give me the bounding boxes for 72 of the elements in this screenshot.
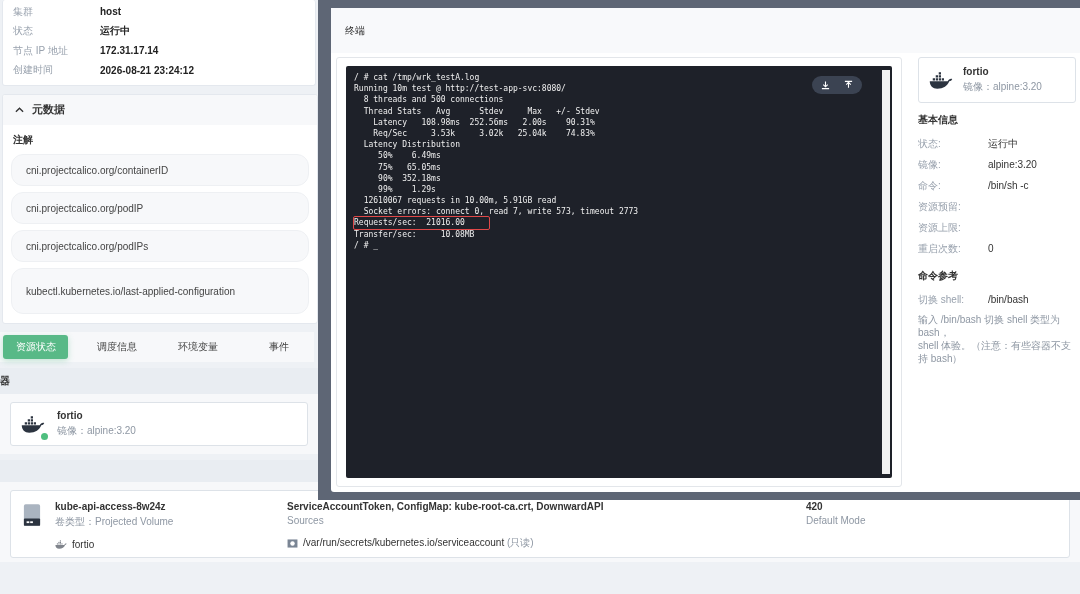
terminal[interactable] (346, 66, 892, 478)
mount-path: /var/run/secrets/kubernetes.io/serviceaccount (只读) (303, 536, 534, 550)
container-name: fortio (57, 410, 84, 421)
mode-value: 420 (806, 501, 824, 512)
field-label: 资源预留: (918, 199, 962, 214)
mount-icon (287, 538, 298, 548)
field-label: 状态: (918, 136, 942, 151)
annotations-title: 注解 (13, 133, 33, 147)
field-label: 状态 (13, 24, 34, 39)
terminal-line: 12610067 requests in 10.00m, 5.91GB read (362, 195, 557, 207)
section-title: 元数据 (32, 103, 65, 117)
scrollbar[interactable] (882, 70, 890, 474)
terminal-line: Latency Distribution (362, 139, 460, 151)
terminal-line: Latency 108.98ms 252.56ms 2.00s 90.31% (372, 116, 595, 128)
terminal-line: 90% 352.18ms (377, 172, 441, 184)
annotation-row: cni.projectcalico.org/podIP (11, 192, 309, 224)
section-header[interactable]: 元数据 (3, 95, 317, 125)
field-value: 172.31.17.14 (100, 45, 159, 57)
terminal-line: Running 10m test @ http://test-app-svc:8080/ (354, 83, 566, 95)
section-title: 命令参考 (918, 269, 959, 283)
dialog-title: 终端 (345, 23, 365, 38)
field-label: 创建时间 (13, 63, 54, 78)
volume-type: 卷类型：Projected Volume (55, 515, 175, 529)
terminal-line: 75% 65.05ms (377, 161, 441, 173)
container-card[interactable]: fortio 镜像：alpine:3.20 (10, 402, 308, 446)
terminal-line: / # cat /tmp/wrk_testA.log (354, 72, 480, 84)
upload-icon[interactable] (844, 80, 853, 90)
terminal-line: Req/Sec 3.53k 3.02k 25.04k 74.83% (372, 127, 595, 140)
field-label: 切换 shell: (918, 292, 966, 307)
container-image: 镜像：alpine:3.20 (963, 80, 1042, 94)
field-value: 运行中 (988, 136, 1018, 151)
field-value: /bin/sh -c (988, 180, 1029, 191)
annotation-row: kubectl.kubernetes.io/last-applied-configuration (11, 268, 309, 314)
terminal-line: 8 threads and 500 connections (362, 94, 504, 106)
field-value: host (100, 6, 122, 18)
field-label: 命令: (918, 178, 942, 193)
terminal-line: Transfer/sec: 10.08MB (354, 228, 475, 240)
terminal-line: 50% 6.49ms (377, 150, 441, 162)
tab[interactable]: 事件 (246, 335, 311, 359)
field-label: 资源上限: (918, 220, 962, 235)
container-name: fortio (963, 66, 990, 77)
field-value: alpine:3.20 (988, 159, 1037, 170)
field-value: 运行中 (100, 24, 130, 39)
mode-label: Default Mode (806, 515, 866, 526)
section-title: 基本信息 (918, 113, 959, 127)
terminal-line: Thread Stats Avg Stdev Max +/- Stdev (362, 105, 600, 117)
tab[interactable]: 调度信息 (84, 335, 149, 359)
tab[interactable]: 环境变量 (165, 335, 230, 359)
field-label: 集群 (13, 4, 34, 19)
highlighted-line: Requests/sec: 21016.00 (354, 217, 489, 229)
volume-sources: ServiceAccountToken, ConfigMap: kube-root-ca.crt, DownwardAPI (287, 501, 605, 512)
section-title: 器 (0, 374, 10, 388)
field-value: /bin/bash (988, 294, 1029, 305)
container-image: 镜像：alpine:3.20 (57, 424, 136, 438)
volume-name: kube-api-access-8w24z (55, 501, 167, 512)
terminal-line: 99% 1.29s (377, 183, 436, 196)
whale-icon (55, 540, 67, 549)
annotation-row: cni.projectcalico.org/podIPs (11, 230, 309, 262)
whale-icon (21, 415, 45, 433)
field-value: 2026-08-21 23:24:12 (100, 64, 194, 76)
container-name: fortio (72, 539, 95, 550)
field-label: 节点 IP 地址 (13, 43, 69, 58)
sources-label: Sources (287, 515, 325, 526)
terminal-line: / # _ (354, 239, 379, 251)
field-label: 镜像: (918, 157, 942, 172)
download-icon[interactable] (821, 80, 830, 90)
whale-icon (929, 71, 953, 89)
hint-text: shell 体验。（注意：有些容器不支持 bash） (918, 339, 1073, 365)
field-label: 重启次数: (918, 241, 962, 256)
terminal-line: Socket errors: connect 0, read 7, write 573, timeout 2773 (362, 206, 639, 218)
annotation-row: cni.projectcalico.org/containerID (11, 154, 309, 186)
field-value: 0 (988, 243, 994, 254)
